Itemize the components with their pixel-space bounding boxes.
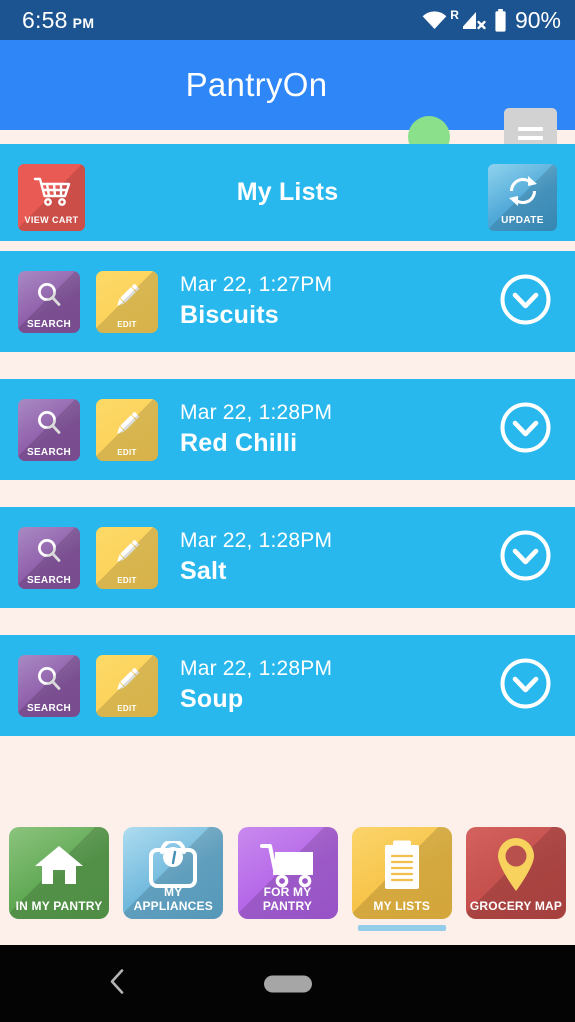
clipboard-icon <box>381 839 423 896</box>
status-time-value: 6:58 <box>22 6 68 33</box>
roaming-label: R <box>450 8 459 22</box>
tab-label: GROCERY MAP <box>469 899 563 913</box>
chevron-down-circle-icon[interactable] <box>499 529 552 587</box>
list-item-name: Salt <box>180 557 227 585</box>
chevron-down-circle-icon[interactable] <box>499 657 552 715</box>
app-screen: 6:58 PM R 90% PantryOn My Lists VIEW CAR… <box>0 0 575 1022</box>
edit-button[interactable]: EDIT <box>96 398 158 461</box>
status-time: 6:58 PM <box>22 7 95 34</box>
list-item-text: Mar 22, 1:28PM Red Chilli <box>180 401 499 458</box>
status-indicators: R 90% <box>422 7 561 34</box>
view-cart-label: VIEW CART <box>24 215 79 225</box>
my-lists-container: SEARCH EDIT Mar 22, 1:27PM Biscuits SEAR… <box>0 251 575 763</box>
home-pill-icon[interactable] <box>263 975 312 992</box>
tab-my-lists[interactable]: MY LISTS <box>351 827 452 931</box>
list-item[interactable]: SEARCH EDIT Mar 22, 1:28PM S <box>0 507 575 608</box>
status-bar: 6:58 PM R 90% <box>0 0 575 40</box>
search-label: SEARCH <box>26 702 72 714</box>
list-item[interactable]: SEARCH EDIT Mar 22, 1:28PM Red Chilli <box>0 379 575 480</box>
search-label: SEARCH <box>26 446 72 458</box>
search-label: SEARCH <box>26 318 72 330</box>
list-item-date: Mar 22, 1:27PM <box>180 273 333 296</box>
bottom-tab-bar: IN MY PANTRY MY APPLIANCES FOR MY PANTRY… <box>0 827 575 945</box>
edit-button[interactable]: EDIT <box>96 654 158 717</box>
app-title-bar: PantryOn <box>0 40 575 168</box>
signal-off-icon <box>462 11 487 30</box>
search-button[interactable]: SEARCH <box>18 270 80 333</box>
wifi-icon <box>422 10 447 30</box>
tab-active-indicator <box>357 925 446 931</box>
update-button[interactable]: UPDATE <box>488 164 557 231</box>
edit-label: EDIT <box>117 319 137 329</box>
tab-label: MY APPLIANCES <box>133 885 213 913</box>
tab-grocery-map[interactable]: GROCERY MAP <box>466 827 566 931</box>
list-item-name: Soup <box>180 685 244 713</box>
list-item-date: Mar 22, 1:28PM <box>180 529 333 552</box>
battery-percent: 90% <box>514 6 561 33</box>
map-pin-icon <box>493 837 539 898</box>
search-button[interactable]: SEARCH <box>18 398 80 461</box>
list-item-date: Mar 22, 1:28PM <box>180 401 333 424</box>
list-item-date: Mar 22, 1:28PM <box>180 657 333 680</box>
status-time-ampm: PM <box>72 14 95 31</box>
android-navigation-bar <box>0 945 575 1022</box>
app-title: PantryOn <box>185 66 328 103</box>
edit-label: EDIT <box>117 447 137 457</box>
chevron-down-circle-icon[interactable] <box>499 401 552 459</box>
list-item[interactable]: SEARCH EDIT Mar 22, 1:28PM S <box>0 635 575 736</box>
list-item-text: Mar 22, 1:28PM Salt <box>180 529 499 586</box>
search-label: SEARCH <box>26 574 72 586</box>
view-cart-button[interactable]: VIEW CART <box>18 164 85 231</box>
edit-label: EDIT <box>117 575 137 585</box>
tab-label: MY LISTS <box>373 899 431 913</box>
tab-in-my-pantry[interactable]: IN MY PANTRY <box>9 827 109 931</box>
list-item-name: Biscuits <box>180 301 279 329</box>
back-chevron-icon[interactable] <box>108 967 128 1000</box>
house-icon <box>33 842 85 893</box>
page-title: My Lists <box>236 178 339 206</box>
edit-button[interactable]: EDIT <box>96 270 158 333</box>
battery-icon <box>494 8 507 32</box>
list-item-text: Mar 22, 1:27PM Biscuits <box>180 273 499 330</box>
search-button[interactable]: SEARCH <box>18 654 80 717</box>
refresh-sync-icon <box>504 172 542 215</box>
tab-label: IN MY PANTRY <box>15 899 103 913</box>
list-item-name: Red Chilli <box>180 429 298 457</box>
update-label: UPDATE <box>501 215 544 226</box>
tab-for-my-pantry[interactable]: FOR MY PANTRY <box>237 827 338 931</box>
search-button[interactable]: SEARCH <box>18 526 80 589</box>
tab-my-appliances[interactable]: MY APPLIANCES <box>123 827 224 931</box>
chevron-down-circle-icon[interactable] <box>499 273 552 331</box>
list-item[interactable]: SEARCH EDIT Mar 22, 1:27PM Biscuits <box>0 251 575 352</box>
edit-button[interactable]: EDIT <box>96 526 158 589</box>
list-item-text: Mar 22, 1:28PM Soup <box>180 657 499 714</box>
tab-label: FOR MY PANTRY <box>262 885 313 913</box>
shopping-cart-icon <box>32 175 72 212</box>
edit-label: EDIT <box>117 703 137 713</box>
